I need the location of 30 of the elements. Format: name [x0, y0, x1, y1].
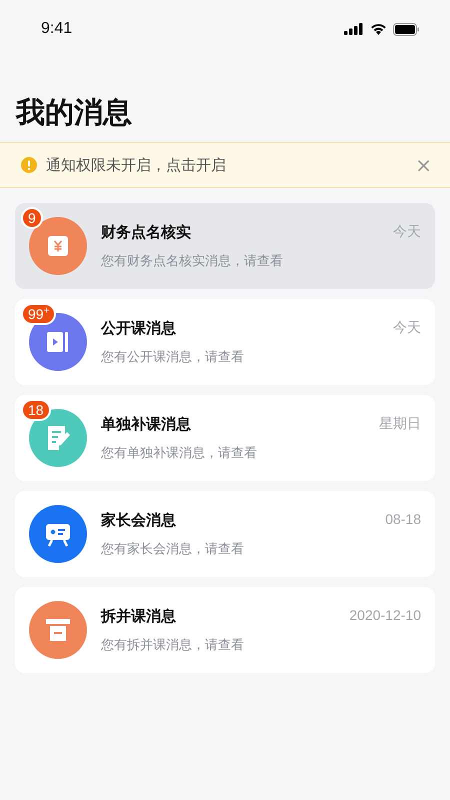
message-card[interactable]: 9 财务点名核实 您有财务点名核实消息，请查看 今天 [15, 203, 435, 289]
message-preview: 您有拆并课消息，请查看 [101, 636, 245, 654]
message-time: 今天 [393, 223, 421, 241]
message-preview: 您有公开课消息，请查看 [101, 348, 245, 366]
count-badge: 18 [21, 399, 51, 421]
battery-icon [393, 22, 420, 36]
message-time: 2020-12-10 [349, 607, 421, 623]
page-title: 我的消息 [16, 94, 132, 130]
message-preview: 您有财务点名核实消息，请查看 [101, 252, 284, 270]
message-card[interactable]: 家长会消息 您有家长会消息，请查看 08-18 [15, 491, 435, 577]
message-title: 财务点名核实 [101, 222, 192, 242]
wifi-icon [370, 23, 387, 35]
signal-icon [344, 23, 364, 35]
message-title: 公开课消息 [101, 318, 177, 338]
status-time: 9:41 [41, 20, 72, 38]
message-time: 今天 [393, 319, 421, 337]
message-title: 单独补课消息 [101, 414, 192, 434]
message-title: 家长会消息 [101, 510, 177, 530]
message-card[interactable]: 拆并课消息 您有拆并课消息，请查看 2020-12-10 [15, 587, 435, 673]
message-card[interactable]: 99$^{+}$ 公开课消息 您有公开课消息，请查看 今天 [15, 299, 435, 385]
warning-icon [21, 157, 37, 173]
message-time: 星期日 [379, 415, 421, 433]
message-time: 08-18 [385, 511, 421, 527]
message-title: 拆并课消息 [101, 606, 177, 626]
message-preview: 您有单独补课消息，请查看 [101, 444, 258, 462]
count-badge: 99$^{+}$ [21, 303, 56, 325]
message-preview: 您有家长会消息，请查看 [101, 540, 245, 558]
notice-text[interactable]: 通知权限未开启，点击开启 [46, 156, 406, 174]
count-badge: 9 [21, 207, 43, 229]
message-card[interactable]: 18 单独补课消息 您有单独补课消息，请查看 星期日 [15, 395, 435, 481]
